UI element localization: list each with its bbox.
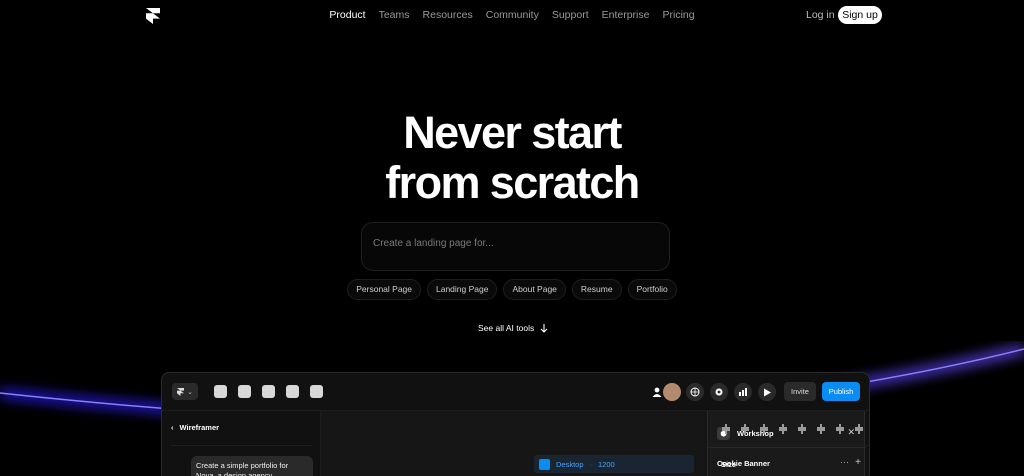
align-right-icon[interactable]: [759, 424, 769, 434]
globe-icon[interactable]: [686, 383, 704, 401]
framer-logo-icon: [177, 387, 185, 396]
editor-canvas[interactable]: Desktop · 1200 ⬢ Workshop ✕ Cookie Banne…: [321, 411, 866, 476]
wireframer-header: ‹ Wireframer: [171, 423, 219, 432]
editor-toolbar: ⌄ Invite Publish: [162, 373, 869, 411]
hero-title: Never start from scratch: [0, 108, 1024, 208]
play-icon[interactable]: [758, 383, 776, 401]
wireframer-message: Create a simple portfolio for Nova, a de…: [191, 456, 313, 476]
nav-item-support[interactable]: Support: [552, 9, 589, 21]
nav-item-enterprise[interactable]: Enterprise: [602, 9, 650, 21]
align-top-icon[interactable]: [778, 424, 788, 434]
nav-item-resources[interactable]: Resources: [423, 9, 473, 21]
wireframer-panel: ‹ Wireframer Create a simple portfolio f…: [162, 411, 321, 476]
ai-prompt-box[interactable]: [361, 222, 670, 271]
chevron-down-icon: ⌄: [187, 388, 193, 396]
breakpoint-tag[interactable]: Desktop · 1200: [534, 455, 694, 473]
vector-icon[interactable]: [286, 385, 299, 398]
ai-prompt-input[interactable]: [362, 229, 669, 257]
desktop-icon: [539, 458, 550, 470]
align-center-icon[interactable]: [740, 424, 750, 434]
add-icon[interactable]: +: [855, 457, 861, 468]
chip-landing-page[interactable]: Landing Page: [427, 279, 498, 300]
nav-item-teams[interactable]: Teams: [379, 9, 410, 21]
settings-icon[interactable]: [710, 383, 728, 401]
align-left-icon[interactable]: [721, 424, 731, 434]
divider: [711, 445, 869, 446]
chip-resume[interactable]: Resume: [571, 279, 622, 300]
distribute-horizontal-icon[interactable]: [835, 424, 845, 434]
divider: [171, 445, 312, 446]
see-all-label: See all AI tools: [478, 323, 535, 333]
align-middle-icon[interactable]: [797, 424, 807, 434]
text-icon[interactable]: [262, 385, 275, 398]
wireframer-title: Wireframer: [179, 423, 220, 432]
hero-title-line2: from scratch: [385, 157, 640, 208]
avatar[interactable]: [663, 383, 681, 401]
prompt-suggestions: Personal Page Landing Page About Page Re…: [0, 279, 1024, 300]
alignment-toolbar: [721, 424, 864, 434]
nav-item-product[interactable]: Product: [329, 9, 365, 21]
chip-about-page[interactable]: About Page: [503, 279, 566, 300]
breakpoint-label: Desktop: [556, 459, 584, 469]
layout-icon[interactable]: [238, 385, 251, 398]
see-all-ai-tools-link[interactable]: See all AI tools: [478, 323, 548, 333]
back-chevron-icon[interactable]: ‹: [171, 423, 174, 432]
invite-button[interactable]: Invite: [784, 382, 816, 401]
breakpoint-width: 1200: [598, 459, 615, 469]
signup-button[interactable]: Sign up: [838, 6, 882, 24]
hero-title-line1: Never start: [403, 107, 622, 158]
publish-button[interactable]: Publish: [822, 382, 860, 401]
align-bottom-icon[interactable]: [816, 424, 826, 434]
size-section-label: Size: [721, 460, 737, 469]
chip-personal-page[interactable]: Personal Page: [347, 279, 421, 300]
cms-icon[interactable]: [310, 385, 323, 398]
properties-panel: Size +: [710, 411, 869, 476]
framer-menu-button[interactable]: ⌄: [172, 383, 198, 400]
login-link[interactable]: Log in: [806, 9, 835, 21]
analytics-icon[interactable]: [734, 383, 752, 401]
nav-item-pricing[interactable]: Pricing: [662, 9, 694, 21]
nav-item-community[interactable]: Community: [486, 9, 539, 21]
breakpoint-dot: ·: [589, 459, 593, 469]
framer-editor-preview: ⌄ Invite Publish ‹ Wireframer Create a s…: [161, 372, 870, 476]
insert-icon[interactable]: [214, 385, 227, 398]
distribute-vertical-icon[interactable]: [854, 424, 864, 434]
chip-portfolio[interactable]: Portfolio: [627, 279, 677, 300]
arrow-down-icon: [540, 323, 548, 333]
